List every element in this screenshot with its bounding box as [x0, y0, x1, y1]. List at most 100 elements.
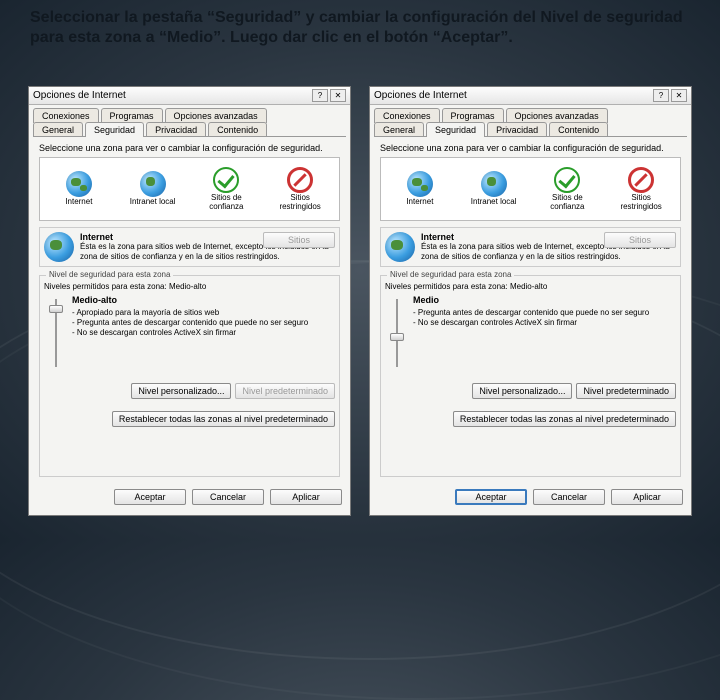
titlebar: Opciones de Internet ? ✕: [370, 87, 691, 105]
allowed-levels: Niveles permitidos para esta zona: Medio…: [44, 282, 335, 291]
security-level-group: Nivel de seguridad para esta zona Nivele…: [380, 275, 681, 477]
allowed-levels: Niveles permitidos para esta zona: Medio…: [385, 282, 676, 291]
tab-contenido[interactable]: Contenido: [208, 122, 267, 137]
globe-icon: [140, 171, 166, 197]
zone-restricted[interactable]: Sitios restringidos: [611, 167, 671, 211]
cancel-button[interactable]: Cancelar: [533, 489, 605, 505]
zone-name: Internet: [80, 232, 113, 242]
tab-seguridad[interactable]: Seguridad: [85, 122, 144, 137]
level-description: Medio - Pregunta antes de descargar cont…: [413, 295, 649, 328]
zone-label: Sitios restringidos: [270, 194, 330, 211]
sites-button: Sitios: [263, 232, 335, 248]
level-bullet: - No se descargan controles ActiveX sin …: [413, 318, 649, 328]
reset-zones-button[interactable]: Restablecer todas las zonas al nivel pre…: [453, 411, 676, 427]
forbid-icon: [287, 167, 313, 193]
zone-intranet[interactable]: Intranet local: [123, 171, 183, 206]
check-icon: [213, 167, 239, 193]
tab-seguridad[interactable]: Seguridad: [426, 122, 485, 137]
zone-label: Sitios restringidos: [611, 194, 671, 211]
apply-button[interactable]: Aplicar: [611, 489, 683, 505]
zone-internet[interactable]: Internet: [390, 171, 450, 206]
globe-icon: [66, 171, 92, 197]
help-button[interactable]: ?: [653, 89, 669, 102]
zone-description: Internet Ésta es la zona para sitios web…: [380, 227, 681, 267]
level-button-row: Nivel personalizado... Nivel predetermin…: [44, 377, 335, 399]
security-panel: Seleccione una zona para ver o cambiar l…: [33, 136, 346, 481]
zone-label: Internet: [406, 198, 433, 206]
dialog-footer: Aceptar Cancelar Aplicar: [370, 481, 691, 515]
window-controls: ? ✕: [312, 89, 346, 102]
group-legend: Nivel de seguridad para esta zona: [46, 270, 173, 279]
zone-trusted[interactable]: Sitios de confianza: [537, 167, 597, 211]
zone-list[interactable]: Internet Intranet local Sitios de confia…: [39, 157, 340, 221]
tab-row-2: General Seguridad Privacidad Contenido: [33, 122, 346, 136]
level-bullet: - Pregunta antes de descargar contenido …: [413, 308, 649, 318]
ok-button[interactable]: Aceptar: [455, 489, 527, 505]
tab-opciones-avanzadas[interactable]: Opciones avanzadas: [165, 108, 267, 123]
slider-row: Medio - Pregunta antes de descargar cont…: [385, 295, 676, 371]
tab-general[interactable]: General: [33, 122, 83, 137]
level-title: Medio-alto: [72, 295, 308, 306]
reset-row: Restablecer todas las zonas al nivel pre…: [44, 405, 335, 427]
sites-button: Sitios: [604, 232, 676, 248]
window-controls: ? ✕: [653, 89, 687, 102]
instruction-text: Seleccionar la pestaña “Seguridad” y cam…: [30, 8, 690, 48]
zone-label: Internet: [65, 198, 92, 206]
dialog-footer: Aceptar Cancelar Aplicar: [29, 481, 350, 515]
window-title: Opciones de Internet: [33, 90, 312, 101]
default-level-button[interactable]: Nivel predeterminado: [576, 383, 676, 399]
tab-strip: Conexiones Programas Opciones avanzadas …: [370, 105, 691, 136]
zone-trusted[interactable]: Sitios de confianza: [196, 167, 256, 211]
close-button[interactable]: ✕: [330, 89, 346, 102]
reset-row: Restablecer todas las zonas al nivel pre…: [385, 405, 676, 427]
zone-intranet[interactable]: Intranet local: [464, 171, 524, 206]
globe-icon: [44, 232, 74, 262]
tab-privacidad[interactable]: Privacidad: [146, 122, 206, 137]
level-bullet: - Pregunta antes de descargar contenido …: [72, 318, 308, 328]
tab-programas[interactable]: Programas: [442, 108, 504, 123]
dialog-pair: Opciones de Internet ? ✕ Conexiones Prog…: [28, 86, 692, 516]
security-panel: Seleccione una zona para ver o cambiar l…: [374, 136, 687, 481]
window-title: Opciones de Internet: [374, 90, 653, 101]
security-slider[interactable]: [48, 295, 64, 371]
tab-conexiones[interactable]: Conexiones: [33, 108, 99, 123]
globe-icon: [407, 171, 433, 197]
custom-level-button[interactable]: Nivel personalizado...: [131, 383, 231, 399]
slider-row: Medio-alto - Apropiado para la mayoría d…: [44, 295, 335, 371]
tab-conexiones[interactable]: Conexiones: [374, 108, 440, 123]
zone-label: Sitios de confianza: [537, 194, 597, 211]
level-title: Medio: [413, 295, 649, 306]
slider-thumb[interactable]: [390, 333, 404, 341]
zone-label: Sitios de confianza: [196, 194, 256, 211]
level-description: Medio-alto - Apropiado para la mayoría d…: [72, 295, 308, 338]
internet-options-dialog-before: Opciones de Internet ? ✕ Conexiones Prog…: [28, 86, 351, 516]
level-button-row: Nivel personalizado... Nivel predetermin…: [385, 377, 676, 399]
level-bullet: - No se descargan controles ActiveX sin …: [72, 328, 308, 338]
security-slider[interactable]: [389, 295, 405, 371]
custom-level-button[interactable]: Nivel personalizado...: [472, 383, 572, 399]
tab-row-2: General Seguridad Privacidad Contenido: [374, 122, 687, 136]
security-level-group: Nivel de seguridad para esta zona Nivele…: [39, 275, 340, 477]
zone-label: Intranet local: [471, 198, 517, 206]
cancel-button[interactable]: Cancelar: [192, 489, 264, 505]
group-legend: Nivel de seguridad para esta zona: [387, 270, 514, 279]
tab-contenido[interactable]: Contenido: [549, 122, 608, 137]
tab-opciones-avanzadas[interactable]: Opciones avanzadas: [506, 108, 608, 123]
tab-programas[interactable]: Programas: [101, 108, 163, 123]
zone-restricted[interactable]: Sitios restringidos: [270, 167, 330, 211]
zone-internet[interactable]: Internet: [49, 171, 109, 206]
zone-name: Internet: [421, 232, 454, 242]
tab-general[interactable]: General: [374, 122, 424, 137]
reset-zones-button[interactable]: Restablecer todas las zonas al nivel pre…: [112, 411, 335, 427]
help-button[interactable]: ?: [312, 89, 328, 102]
apply-button[interactable]: Aplicar: [270, 489, 342, 505]
ok-button[interactable]: Aceptar: [114, 489, 186, 505]
internet-options-dialog-after: Opciones de Internet ? ✕ Conexiones Prog…: [369, 86, 692, 516]
zone-label: Intranet local: [130, 198, 176, 206]
zone-list[interactable]: Internet Intranet local Sitios de confia…: [380, 157, 681, 221]
slider-thumb[interactable]: [49, 305, 63, 313]
tab-row-1: Conexiones Programas Opciones avanzadas: [33, 108, 346, 122]
close-button[interactable]: ✕: [671, 89, 687, 102]
tab-privacidad[interactable]: Privacidad: [487, 122, 547, 137]
zone-hint: Seleccione una zona para ver o cambiar l…: [39, 143, 340, 153]
